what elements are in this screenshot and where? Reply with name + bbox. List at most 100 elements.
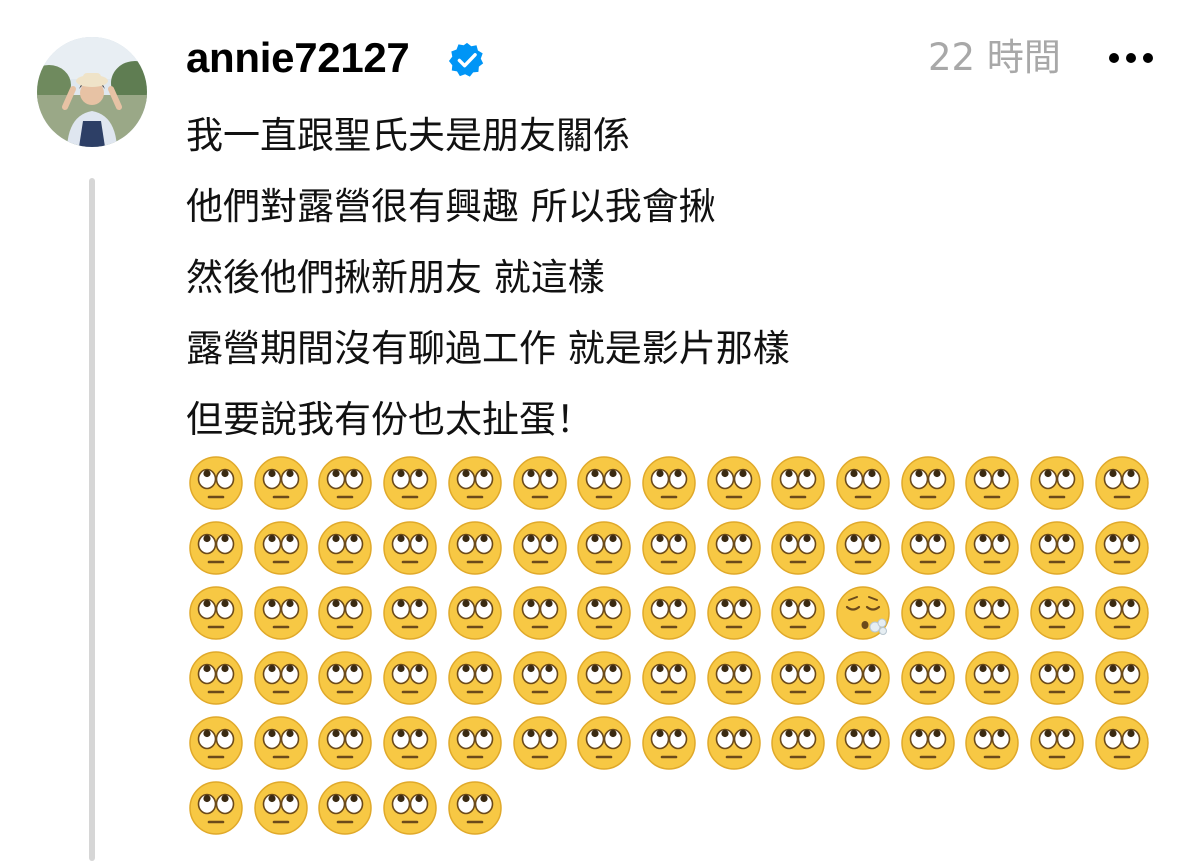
face-rolling-eyes-emoji: [900, 520, 956, 576]
face-rolling-eyes-emoji: [964, 520, 1020, 576]
face-rolling-eyes-emoji: [512, 715, 568, 771]
face-rolling-eyes-emoji: [188, 650, 244, 706]
face-rolling-eyes-emoji: [382, 715, 438, 771]
face-rolling-eyes-emoji: [188, 780, 244, 836]
post-line: 但要說我有份也太扯蛋！: [186, 398, 593, 441]
face-rolling-eyes-emoji: [1094, 650, 1150, 706]
face-rolling-eyes-emoji: [512, 650, 568, 706]
face-rolling-eyes-emoji: [835, 520, 891, 576]
face-rolling-eyes-emoji: [835, 650, 891, 706]
post-line: 然後他們揪新朋友 就這樣: [186, 256, 605, 299]
face-rolling-eyes-emoji: [1094, 455, 1150, 511]
face-rolling-eyes-emoji: [188, 520, 244, 576]
face-rolling-eyes-emoji: [1029, 520, 1085, 576]
face-rolling-eyes-emoji: [382, 585, 438, 641]
face-rolling-eyes-emoji: [447, 585, 503, 641]
face-rolling-eyes-emoji: [253, 585, 309, 641]
face-rolling-eyes-emoji: [253, 780, 309, 836]
face-rolling-eyes-emoji: [1029, 455, 1085, 511]
face-exhaling-emoji: [835, 585, 891, 641]
face-rolling-eyes-emoji: [900, 455, 956, 511]
face-rolling-eyes-emoji: [900, 650, 956, 706]
face-rolling-eyes-emoji: [641, 650, 697, 706]
face-rolling-eyes-emoji: [706, 715, 762, 771]
face-rolling-eyes-emoji: [576, 455, 632, 511]
face-rolling-eyes-emoji: [770, 585, 826, 641]
face-rolling-eyes-emoji: [964, 715, 1020, 771]
face-rolling-eyes-emoji: [317, 650, 373, 706]
face-rolling-eyes-emoji: [770, 715, 826, 771]
face-rolling-eyes-emoji: [576, 715, 632, 771]
verified-badge-icon: [448, 42, 484, 77]
face-rolling-eyes-emoji: [706, 455, 762, 511]
face-rolling-eyes-emoji: [641, 715, 697, 771]
face-rolling-eyes-emoji: [317, 585, 373, 641]
face-rolling-eyes-emoji: [382, 780, 438, 836]
face-rolling-eyes-emoji: [253, 715, 309, 771]
face-rolling-eyes-emoji: [964, 455, 1020, 511]
face-rolling-eyes-emoji: [447, 715, 503, 771]
post-body: 我一直跟聖氏夫是朋友關係 他們對露營很有興趣 所以我會揪 然後他們揪新朋友 就這…: [186, 100, 1176, 455]
face-rolling-eyes-emoji: [576, 585, 632, 641]
face-rolling-eyes-emoji: [1029, 650, 1085, 706]
emoji-row: [188, 646, 1178, 711]
face-rolling-eyes-emoji: [317, 715, 373, 771]
face-rolling-eyes-emoji: [964, 585, 1020, 641]
thread-connector-line: [89, 178, 95, 861]
post-timestamp: 22 時間: [928, 36, 1061, 79]
face-rolling-eyes-emoji: [382, 455, 438, 511]
face-rolling-eyes-emoji: [1029, 585, 1085, 641]
face-rolling-eyes-emoji: [253, 455, 309, 511]
face-rolling-eyes-emoji: [706, 585, 762, 641]
emoji-row: [188, 776, 1178, 841]
face-rolling-eyes-emoji: [188, 455, 244, 511]
face-rolling-eyes-emoji: [317, 780, 373, 836]
face-rolling-eyes-emoji: [447, 650, 503, 706]
face-rolling-eyes-emoji: [447, 520, 503, 576]
face-rolling-eyes-emoji: [512, 520, 568, 576]
face-rolling-eyes-emoji: [512, 455, 568, 511]
username[interactable]: annie72127: [186, 32, 410, 84]
face-rolling-eyes-emoji: [447, 455, 503, 511]
post-line: 我一直跟聖氏夫是朋友關係: [186, 114, 630, 157]
emoji-row: [188, 711, 1178, 776]
face-rolling-eyes-emoji: [1029, 715, 1085, 771]
face-rolling-eyes-emoji: [188, 585, 244, 641]
avatar[interactable]: [37, 37, 147, 147]
face-rolling-eyes-emoji: [770, 650, 826, 706]
face-rolling-eyes-emoji: [641, 520, 697, 576]
post-line: 他們對露營很有興趣 所以我會揪: [186, 185, 716, 228]
emoji-row: [188, 516, 1178, 581]
face-rolling-eyes-emoji: [512, 585, 568, 641]
face-rolling-eyes-emoji: [1094, 715, 1150, 771]
post-line: 露營期間沒有聊過工作 就是影片那樣: [186, 327, 790, 370]
face-rolling-eyes-emoji: [706, 520, 762, 576]
face-rolling-eyes-emoji: [835, 455, 891, 511]
face-rolling-eyes-emoji: [253, 520, 309, 576]
face-rolling-eyes-emoji: [900, 585, 956, 641]
face-rolling-eyes-emoji: [317, 455, 373, 511]
face-rolling-eyes-emoji: [964, 650, 1020, 706]
emoji-grid: [188, 451, 1178, 841]
face-rolling-eyes-emoji: [1094, 585, 1150, 641]
face-rolling-eyes-emoji: [576, 520, 632, 576]
face-rolling-eyes-emoji: [188, 715, 244, 771]
face-rolling-eyes-emoji: [900, 715, 956, 771]
face-rolling-eyes-emoji: [317, 520, 373, 576]
more-horizontal-icon[interactable]: [1108, 50, 1154, 66]
face-rolling-eyes-emoji: [447, 780, 503, 836]
face-rolling-eyes-emoji: [770, 455, 826, 511]
face-rolling-eyes-emoji: [641, 455, 697, 511]
face-rolling-eyes-emoji: [576, 650, 632, 706]
avatar-photo: [37, 37, 147, 147]
face-rolling-eyes-emoji: [1094, 520, 1150, 576]
face-rolling-eyes-emoji: [641, 585, 697, 641]
emoji-row: [188, 451, 1178, 516]
face-rolling-eyes-emoji: [770, 520, 826, 576]
face-rolling-eyes-emoji: [706, 650, 762, 706]
face-rolling-eyes-emoji: [382, 520, 438, 576]
face-rolling-eyes-emoji: [382, 650, 438, 706]
face-rolling-eyes-emoji: [253, 650, 309, 706]
face-rolling-eyes-emoji: [835, 715, 891, 771]
emoji-row: [188, 581, 1178, 646]
